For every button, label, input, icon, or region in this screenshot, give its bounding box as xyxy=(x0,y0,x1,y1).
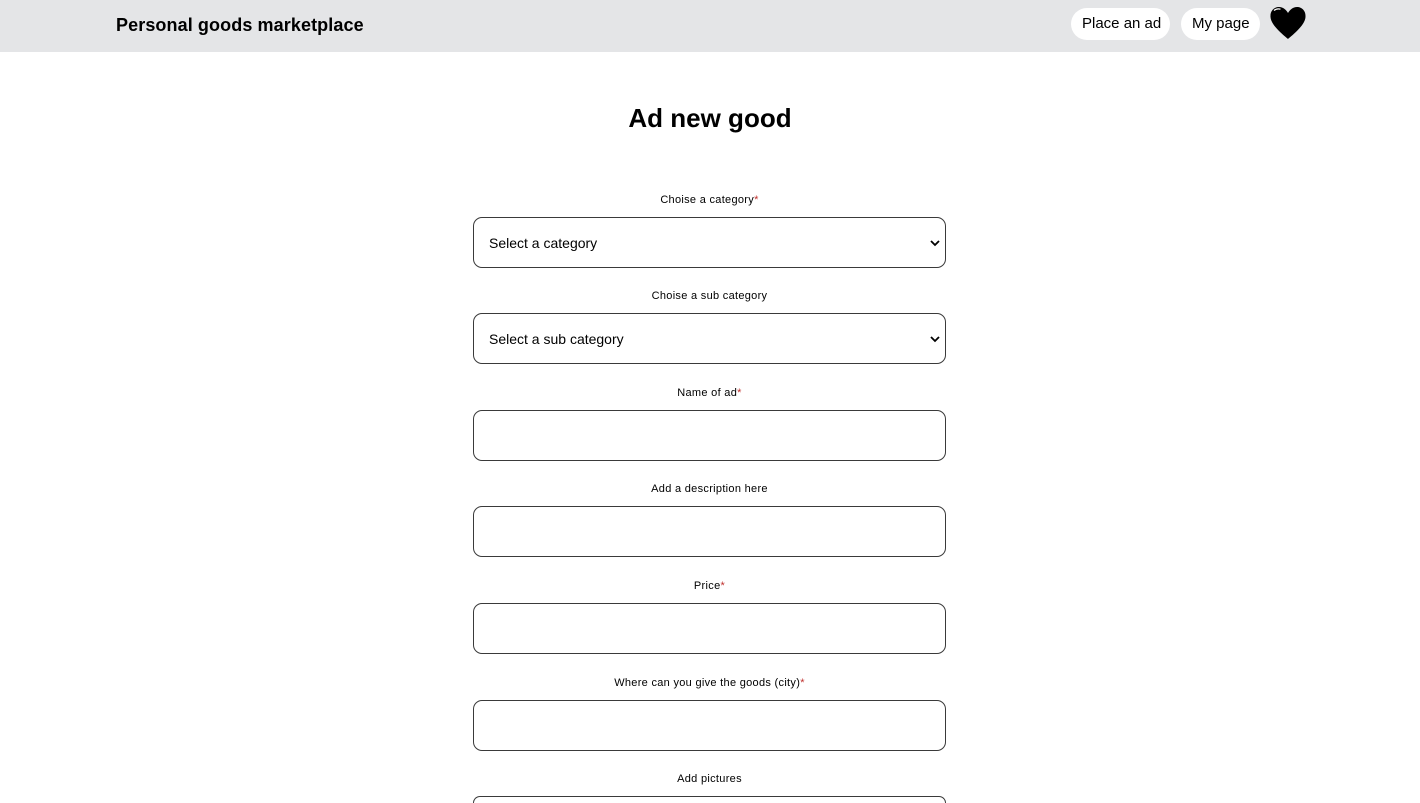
sub-category-selected-value: Select a sub category xyxy=(489,331,624,347)
ad-name-field[interactable] xyxy=(473,410,946,461)
chevron-down-icon xyxy=(929,333,941,345)
price-label: Price* xyxy=(473,579,946,593)
chevron-down-icon xyxy=(929,237,941,249)
description-label: Add a description here xyxy=(473,482,946,496)
price-label-text: Price xyxy=(693,580,721,592)
city-field[interactable] xyxy=(473,700,946,751)
pictures-label: Add pictures xyxy=(473,772,946,786)
price-input[interactable] xyxy=(474,604,945,653)
category-selected-value: Select a category xyxy=(489,235,598,251)
city-label: Where can you give the goods (city)* xyxy=(473,676,946,690)
pictures-upload-field[interactable] xyxy=(473,796,946,803)
top-navigation-bar: Personal goods marketplace Place an ad M… xyxy=(0,0,1420,52)
category-label: Choise a category* xyxy=(473,193,946,207)
my-page-button[interactable]: My page xyxy=(1181,8,1260,40)
ad-name-label-text: Name of ad xyxy=(677,387,738,399)
description-label-text: Add a description here xyxy=(651,483,768,495)
required-marker: * xyxy=(720,580,726,592)
page-title: Ad new good xyxy=(628,103,792,133)
sub-category-select[interactable]: Select a sub category xyxy=(473,313,946,364)
description-field[interactable] xyxy=(473,506,946,557)
category-label-text: Choise a category xyxy=(660,194,755,206)
required-marker: * xyxy=(737,387,742,399)
sub-category-label-text: Choise a sub category xyxy=(651,290,768,302)
ad-name-input[interactable] xyxy=(474,411,945,460)
ad-name-label: Name of ad* xyxy=(473,386,946,400)
required-marker: * xyxy=(754,194,759,206)
price-field[interactable] xyxy=(473,603,946,654)
place-ad-button[interactable]: Place an ad xyxy=(1071,8,1170,40)
required-marker: * xyxy=(800,677,805,689)
sub-category-label: Choise a sub category xyxy=(473,289,946,303)
heart-icon[interactable] xyxy=(1269,6,1307,40)
city-label-text: Where can you give the goods (city) xyxy=(614,677,801,689)
category-select[interactable]: Select a category xyxy=(473,217,946,268)
pictures-label-text: Add pictures xyxy=(677,773,742,785)
city-input[interactable] xyxy=(474,701,945,750)
site-brand[interactable]: Personal goods marketplace xyxy=(116,14,364,36)
description-input[interactable] xyxy=(474,507,945,556)
